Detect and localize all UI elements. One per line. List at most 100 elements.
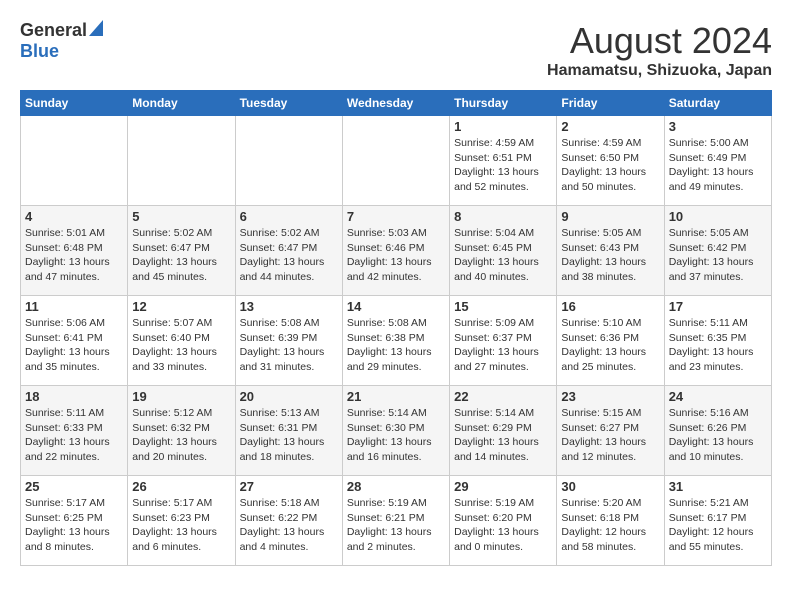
- cell-day-number: 9: [561, 209, 659, 224]
- calendar-header-wednesday: Wednesday: [342, 91, 449, 116]
- calendar-cell: 14Sunrise: 5:08 AM Sunset: 6:38 PM Dayli…: [342, 296, 449, 386]
- cell-day-info: Sunrise: 5:04 AM Sunset: 6:45 PM Dayligh…: [454, 226, 552, 285]
- logo-blue-text: Blue: [20, 41, 59, 61]
- calendar-header-row: SundayMondayTuesdayWednesdayThursdayFrid…: [21, 91, 772, 116]
- cell-day-number: 20: [240, 389, 338, 404]
- cell-day-info: Sunrise: 5:01 AM Sunset: 6:48 PM Dayligh…: [25, 226, 123, 285]
- cell-day-number: 8: [454, 209, 552, 224]
- cell-day-number: 15: [454, 299, 552, 314]
- calendar-cell: 19Sunrise: 5:12 AM Sunset: 6:32 PM Dayli…: [128, 386, 235, 476]
- calendar-cell: 16Sunrise: 5:10 AM Sunset: 6:36 PM Dayli…: [557, 296, 664, 386]
- cell-day-number: 12: [132, 299, 230, 314]
- cell-day-info: Sunrise: 5:11 AM Sunset: 6:33 PM Dayligh…: [25, 406, 123, 465]
- cell-day-number: 18: [25, 389, 123, 404]
- cell-day-info: Sunrise: 5:07 AM Sunset: 6:40 PM Dayligh…: [132, 316, 230, 375]
- cell-day-number: 3: [669, 119, 767, 134]
- cell-day-info: Sunrise: 4:59 AM Sunset: 6:51 PM Dayligh…: [454, 136, 552, 195]
- location-subtitle: Hamamatsu, Shizuoka, Japan: [547, 62, 772, 80]
- calendar-cell: 11 Sunrise: 5:06 AM Sunset: 6:41 PM Dayli…: [21, 296, 128, 386]
- cell-day-number: 22: [454, 389, 552, 404]
- cell-day-info: Sunrise: 5:21 AM Sunset: 6:17 PM Dayligh…: [669, 496, 767, 555]
- calendar-cell: [342, 116, 449, 206]
- cell-day-number: 11: [25, 299, 123, 314]
- calendar-cell: 29 Sunrise: 5:19 AM Sunset: 6:20 PM Dayli…: [450, 476, 557, 566]
- cell-day-info: Sunrise: 5:20 AM Sunset: 6:18 PM Dayligh…: [561, 496, 659, 555]
- calendar-cell: 25 Sunrise: 5:17 AM Sunset: 6:25 PM Dayli…: [21, 476, 128, 566]
- cell-day-number: 29: [454, 479, 552, 494]
- calendar-week-row: 11 Sunrise: 5:06 AM Sunset: 6:41 PM Dayli…: [21, 296, 772, 386]
- logo-triangle-icon: [89, 20, 103, 41]
- cell-day-info: Sunrise: 5:16 AM Sunset: 6:26 PM Dayligh…: [669, 406, 767, 465]
- cell-day-number: 21: [347, 389, 445, 404]
- cell-day-number: 17: [669, 299, 767, 314]
- cell-day-info: Sunrise: 5:13 AM Sunset: 6:31 PM Dayligh…: [240, 406, 338, 465]
- calendar-cell: 2 Sunrise: 4:59 AM Sunset: 6:50 PM Daylig…: [557, 116, 664, 206]
- cell-day-info: Sunrise: 5:14 AM Sunset: 6:30 PM Dayligh…: [347, 406, 445, 465]
- cell-day-info: Sunrise: 5:05 AM Sunset: 6:42 PM Dayligh…: [669, 226, 767, 285]
- cell-day-number: 30: [561, 479, 659, 494]
- calendar-cell: 8 Sunrise: 5:04 AM Sunset: 6:45 PM Daylig…: [450, 206, 557, 296]
- calendar-cell: [128, 116, 235, 206]
- cell-day-number: 5: [132, 209, 230, 224]
- cell-day-number: 4: [25, 209, 123, 224]
- calendar-cell: 28 Sunrise: 5:19 AM Sunset: 6:21 PM Dayli…: [342, 476, 449, 566]
- cell-day-info: Sunrise: 5:19 AM Sunset: 6:20 PM Dayligh…: [454, 496, 552, 555]
- calendar-cell: 21 Sunrise: 5:14 AM Sunset: 6:30 PM Dayli…: [342, 386, 449, 476]
- cell-day-info: Sunrise: 5:19 AM Sunset: 6:21 PM Dayligh…: [347, 496, 445, 555]
- cell-day-info: Sunrise: 5:11 AM Sunset: 6:35 PM Dayligh…: [669, 316, 767, 375]
- calendar-cell: 4 Sunrise: 5:01 AM Sunset: 6:48 PM Daylig…: [21, 206, 128, 296]
- calendar-cell: 20 Sunrise: 5:13 AM Sunset: 6:31 PM Dayli…: [235, 386, 342, 476]
- cell-day-number: 6: [240, 209, 338, 224]
- calendar-cell: 13 Sunrise: 5:08 AM Sunset: 6:39 PM Dayli…: [235, 296, 342, 386]
- calendar-cell: 30 Sunrise: 5:20 AM Sunset: 6:18 PM Dayli…: [557, 476, 664, 566]
- calendar-cell: 5Sunrise: 5:02 AM Sunset: 6:47 PM Daylig…: [128, 206, 235, 296]
- calendar-cell: [235, 116, 342, 206]
- logo-general-text: General: [20, 20, 87, 41]
- calendar-cell: 23Sunrise: 5:15 AM Sunset: 6:27 PM Dayli…: [557, 386, 664, 476]
- calendar-cell: [21, 116, 128, 206]
- cell-day-info: Sunrise: 5:00 AM Sunset: 6:49 PM Dayligh…: [669, 136, 767, 195]
- cell-day-info: Sunrise: 5:02 AM Sunset: 6:47 PM Dayligh…: [240, 226, 338, 285]
- calendar-cell: 10 Sunrise: 5:05 AM Sunset: 6:42 PM Dayli…: [664, 206, 771, 296]
- calendar-header-saturday: Saturday: [664, 91, 771, 116]
- cell-day-number: 31: [669, 479, 767, 494]
- cell-day-info: Sunrise: 5:05 AM Sunset: 6:43 PM Dayligh…: [561, 226, 659, 285]
- calendar-cell: 18 Sunrise: 5:11 AM Sunset: 6:33 PM Dayli…: [21, 386, 128, 476]
- calendar-cell: 31 Sunrise: 5:21 AM Sunset: 6:17 PM Dayli…: [664, 476, 771, 566]
- calendar-header-thursday: Thursday: [450, 91, 557, 116]
- calendar-header-monday: Monday: [128, 91, 235, 116]
- title-area: August 2024 Hamamatsu, Shizuoka, Japan: [547, 20, 772, 80]
- cell-day-info: Sunrise: 5:14 AM Sunset: 6:29 PM Dayligh…: [454, 406, 552, 465]
- cell-day-number: 2: [561, 119, 659, 134]
- cell-day-info: Sunrise: 5:09 AM Sunset: 6:37 PM Dayligh…: [454, 316, 552, 375]
- cell-day-info: Sunrise: 5:10 AM Sunset: 6:36 PM Dayligh…: [561, 316, 659, 375]
- cell-day-number: 25: [25, 479, 123, 494]
- cell-day-info: Sunrise: 5:08 AM Sunset: 6:38 PM Dayligh…: [347, 316, 445, 375]
- calendar-week-row: 18 Sunrise: 5:11 AM Sunset: 6:33 PM Dayli…: [21, 386, 772, 476]
- cell-day-number: 10: [669, 209, 767, 224]
- calendar-cell: 26Sunrise: 5:17 AM Sunset: 6:23 PM Dayli…: [128, 476, 235, 566]
- page-header: General Blue August 2024 Hamamatsu, Shiz…: [20, 20, 772, 80]
- cell-day-number: 23: [561, 389, 659, 404]
- calendar-cell: 1Sunrise: 4:59 AM Sunset: 6:51 PM Daylig…: [450, 116, 557, 206]
- calendar-cell: 9 Sunrise: 5:05 AM Sunset: 6:43 PM Daylig…: [557, 206, 664, 296]
- cell-day-info: Sunrise: 4:59 AM Sunset: 6:50 PM Dayligh…: [561, 136, 659, 195]
- calendar-header-tuesday: Tuesday: [235, 91, 342, 116]
- cell-day-number: 26: [132, 479, 230, 494]
- calendar-cell: 24Sunrise: 5:16 AM Sunset: 6:26 PM Dayli…: [664, 386, 771, 476]
- cell-day-info: Sunrise: 5:06 AM Sunset: 6:41 PM Dayligh…: [25, 316, 123, 375]
- cell-day-info: Sunrise: 5:08 AM Sunset: 6:39 PM Dayligh…: [240, 316, 338, 375]
- calendar-cell: 22 Sunrise: 5:14 AM Sunset: 6:29 PM Dayli…: [450, 386, 557, 476]
- calendar-cell: 15 Sunrise: 5:09 AM Sunset: 6:37 PM Dayli…: [450, 296, 557, 386]
- cell-day-number: 28: [347, 479, 445, 494]
- calendar-cell: 6 Sunrise: 5:02 AM Sunset: 6:47 PM Daylig…: [235, 206, 342, 296]
- calendar-header-friday: Friday: [557, 91, 664, 116]
- calendar-cell: 3 Sunrise: 5:00 AM Sunset: 6:49 PM Daylig…: [664, 116, 771, 206]
- cell-day-info: Sunrise: 5:12 AM Sunset: 6:32 PM Dayligh…: [132, 406, 230, 465]
- cell-day-number: 7: [347, 209, 445, 224]
- cell-day-info: Sunrise: 5:17 AM Sunset: 6:25 PM Dayligh…: [25, 496, 123, 555]
- calendar-week-row: 1Sunrise: 4:59 AM Sunset: 6:51 PM Daylig…: [21, 116, 772, 206]
- calendar-cell: 7Sunrise: 5:03 AM Sunset: 6:46 PM Daylig…: [342, 206, 449, 296]
- cell-day-number: 13: [240, 299, 338, 314]
- calendar-cell: 17 Sunrise: 5:11 AM Sunset: 6:35 PM Dayli…: [664, 296, 771, 386]
